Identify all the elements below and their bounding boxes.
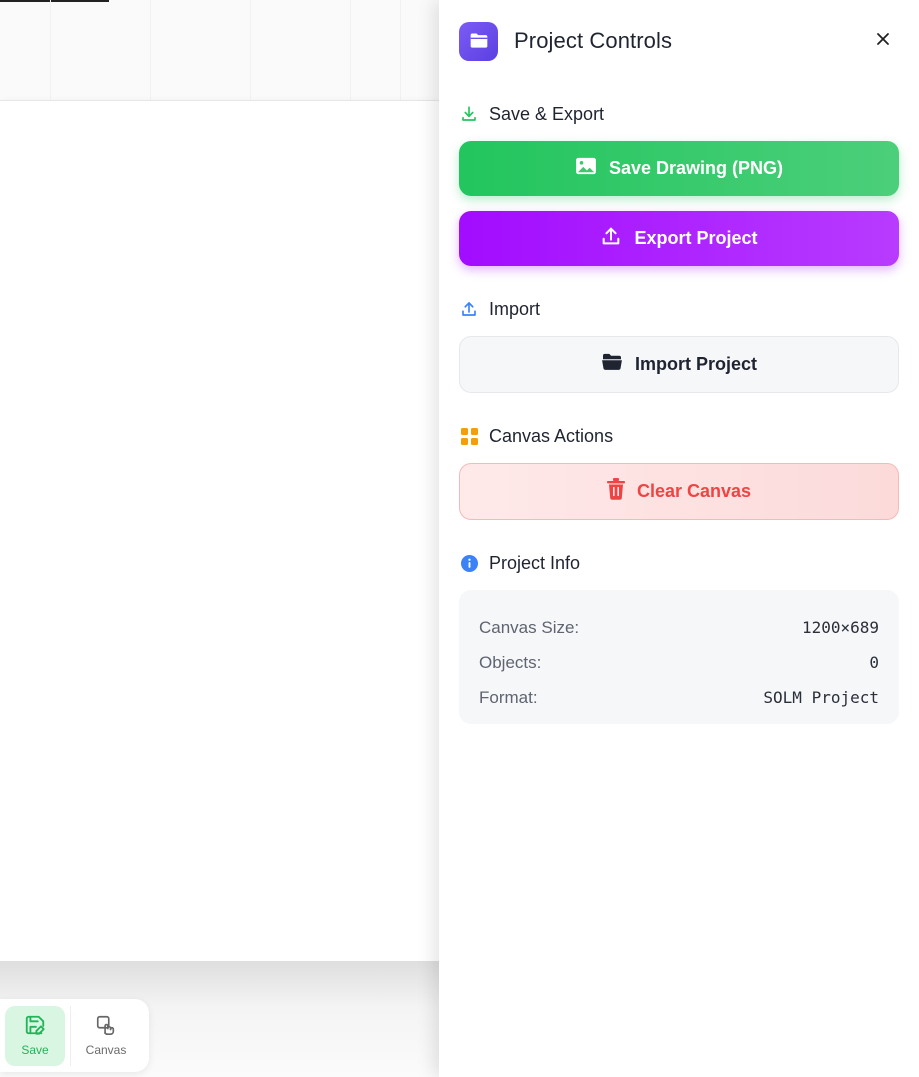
info-value: 0	[869, 653, 879, 672]
toolbar-canvas-label: Canvas	[85, 1043, 127, 1057]
workspace: Save Canvas	[0, 0, 439, 1077]
info-value: 1200×689	[801, 618, 879, 637]
save-drawing-label: Save Drawing (PNG)	[608, 158, 784, 178]
grid-line	[50, 0, 51, 100]
panel-header: Project Controls	[459, 21, 899, 61]
info-row-objects: Objects: 0	[479, 645, 879, 680]
folder-open-icon	[601, 353, 623, 376]
bottom-toolbar: Save Canvas	[0, 999, 149, 1072]
project-controls-panel: Project Controls Save & Export Save Draw…	[439, 0, 919, 1077]
upload-icon	[600, 225, 622, 252]
info-row-format: Format: SOLM Project	[479, 680, 879, 715]
download-icon	[459, 104, 479, 124]
save-export-section-label: Save & Export	[459, 103, 604, 125]
import-project-button[interactable]: Import Project	[459, 336, 899, 393]
info-key: Format:	[479, 687, 538, 707]
import-label: Import	[489, 298, 541, 319]
image-icon	[575, 157, 597, 180]
clear-canvas-button[interactable]: Clear Canvas	[459, 463, 899, 520]
import-section-label: Import	[459, 298, 540, 320]
canvas-actions-section-label: Canvas Actions	[459, 425, 613, 447]
drawing-canvas[interactable]	[0, 101, 439, 961]
save-edit-icon	[24, 1014, 46, 1039]
toolbar-save-button[interactable]: Save	[5, 1005, 65, 1066]
folder-icon	[459, 21, 498, 61]
grid-line	[400, 0, 401, 100]
import-project-label: Import Project	[634, 354, 758, 374]
toolbar-canvas-button[interactable]: Canvas	[76, 1006, 136, 1066]
trash-icon	[606, 478, 625, 505]
project-info-label: Project Info	[489, 552, 581, 573]
top-strip	[0, 0, 439, 101]
grid-line	[250, 0, 251, 100]
project-info-section-label: Project Info	[459, 552, 580, 574]
canvas-actions-label: Canvas Actions	[489, 425, 614, 446]
upload-icon	[459, 299, 479, 319]
toolbar-save-label: Save	[21, 1043, 49, 1057]
info-row-canvas-size: Canvas Size: 1200×689	[479, 610, 879, 645]
close-button[interactable]	[867, 25, 899, 57]
toolbar-divider	[70, 1005, 71, 1066]
hand-pointer-icon	[95, 1014, 117, 1039]
grid-line	[150, 0, 151, 100]
grid-line	[350, 0, 351, 100]
info-value: SOLM Project	[763, 688, 879, 707]
info-key: Canvas Size:	[479, 617, 580, 637]
project-info-box: Canvas Size: 1200×689 Objects: 0 Format:…	[459, 590, 899, 724]
grid-icon	[459, 426, 479, 446]
save-export-label: Save & Export	[489, 103, 605, 124]
panel-title: Project Controls	[514, 28, 673, 53]
top-indicator-line	[0, 0, 109, 2]
save-drawing-button[interactable]: Save Drawing (PNG)	[459, 141, 899, 196]
info-icon	[459, 553, 479, 573]
info-key: Objects:	[479, 652, 542, 672]
export-project-button[interactable]: Export Project	[459, 211, 899, 266]
close-icon	[876, 32, 890, 51]
export-project-label: Export Project	[634, 228, 758, 248]
clear-canvas-label: Clear Canvas	[636, 481, 752, 501]
